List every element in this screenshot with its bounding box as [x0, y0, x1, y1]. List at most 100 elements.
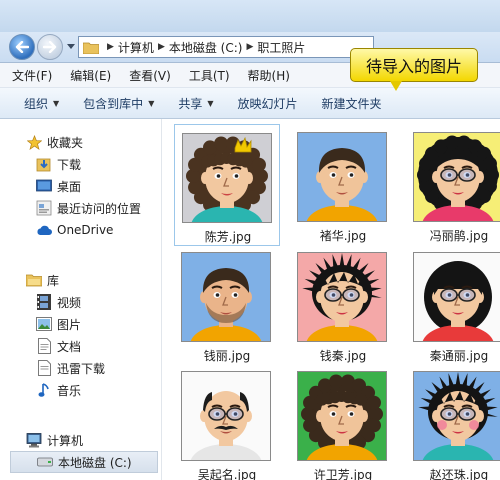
sidebar-item-label: 迅雷下载 [57, 361, 106, 376]
sidebar-item-label: OneDrive [57, 223, 114, 237]
file-item[interactable]: 吴起名.jpg [174, 363, 280, 480]
file-name-label: 秦通丽.jpg [429, 349, 489, 363]
avatar-icon [414, 372, 500, 460]
photo-thumbnail [182, 133, 272, 223]
organize-button[interactable]: 组织 ▼ [0, 95, 71, 112]
file-name-label: 许卫芳.jpg [313, 468, 373, 480]
arrow-right-icon [43, 41, 57, 53]
breadcrumb-separator-icon: ▶ [107, 42, 114, 52]
music-note-icon [36, 382, 52, 398]
sidebar-item-label: 音乐 [57, 383, 82, 398]
photo-thumbnail [181, 371, 271, 461]
picture-icon [36, 316, 52, 332]
include-in-library-label: 包含到库中 [83, 96, 144, 111]
avatar-icon [298, 372, 386, 460]
recent-pages-dropdown[interactable] [66, 40, 76, 54]
file-name-label: 冯丽鹃.jpg [429, 229, 489, 243]
menu-file[interactable]: 文件(F) [0, 67, 61, 84]
organize-label: 组织 [24, 96, 49, 111]
sidebar-item-label: 计算机 [47, 433, 84, 448]
avatar-icon [414, 253, 500, 341]
breadcrumb-computer[interactable]: 计算机 [118, 39, 154, 56]
file-item[interactable]: 钱秦.jpg [290, 244, 396, 366]
back-button[interactable] [9, 34, 35, 60]
avatar-icon [182, 372, 270, 460]
avatar-icon [414, 133, 500, 221]
avatar-icon [183, 134, 271, 222]
arrow-left-icon [15, 41, 29, 53]
file-item[interactable]: 许卫芳.jpg [290, 363, 396, 480]
photo-thumbnail [413, 371, 500, 461]
photo-thumbnail [181, 252, 271, 342]
file-name-label: 褚华.jpg [319, 229, 367, 243]
callout-tooltip: 待导入的图片 [350, 48, 478, 91]
avatar-icon [182, 253, 270, 341]
computer-icon [26, 432, 42, 448]
sidebar-item-computer[interactable]: 计算机 [26, 429, 184, 451]
menu-edit[interactable]: 编辑(E) [61, 67, 120, 84]
document-icon [36, 360, 52, 376]
file-name-label: 钱丽.jpg [203, 349, 251, 363]
file-item[interactable]: 赵还珠.jpg [406, 363, 500, 480]
sidebar-item-label: 下载 [57, 157, 82, 172]
photo-thumbnail [297, 371, 387, 461]
sidebar-item-label: 桌面 [57, 179, 82, 194]
file-item[interactable]: 秦通丽.jpg [406, 244, 500, 366]
menu-view[interactable]: 查看(V) [120, 67, 180, 84]
avatar-icon [298, 133, 386, 221]
desktop-icon [36, 178, 52, 194]
recent-places-icon [36, 200, 52, 216]
breadcrumb-separator-icon: ▶ [246, 42, 254, 52]
sidebar-item-libraries[interactable]: 库 [26, 269, 184, 291]
sidebar-item-label: 文档 [57, 339, 82, 354]
file-item[interactable]: 冯丽鹃.jpg [406, 124, 500, 246]
callout-text: 待导入的图片 [350, 48, 478, 82]
sidebar-item-label: 视频 [57, 295, 82, 310]
star-icon [26, 134, 42, 150]
forward-button[interactable] [37, 34, 63, 60]
file-item[interactable]: 褚华.jpg [290, 124, 396, 246]
callout-pointer [390, 81, 402, 91]
include-in-library-button[interactable]: 包含到库中 ▼ [71, 95, 166, 112]
sidebar-item-label: 收藏夹 [47, 135, 84, 150]
new-folder-button[interactable]: 新建文件夹 [310, 95, 394, 112]
file-item[interactable]: 陈芳.jpg [174, 124, 280, 246]
share-label: 共享 [178, 96, 203, 111]
photo-thumbnail [413, 252, 500, 342]
film-icon [36, 294, 52, 310]
breadcrumb-separator-icon: ▶ [157, 42, 165, 52]
sidebar-item-label: 图片 [57, 317, 82, 332]
sidebar-item-favorites[interactable]: 收藏夹 [26, 131, 184, 153]
file-name-label: 赵还珠.jpg [429, 468, 489, 480]
file-item[interactable]: 钱丽.jpg [174, 244, 280, 366]
document-icon [36, 338, 52, 354]
photo-thumbnail [297, 252, 387, 342]
menu-help[interactable]: 帮助(H) [239, 67, 299, 84]
cloud-icon [36, 222, 52, 238]
file-name-label: 吴起名.jpg [197, 468, 257, 480]
chevron-down-icon: ▼ [53, 98, 60, 108]
breadcrumb-staff-photos[interactable]: 职工照片 [257, 39, 305, 56]
sidebar-item-label: 最近访问的位置 [57, 201, 142, 216]
menu-tools[interactable]: 工具(T) [180, 67, 239, 84]
photo-thumbnail [413, 132, 500, 222]
window-title-bar [0, 0, 500, 32]
chevron-down-icon: ▼ [148, 98, 155, 108]
file-view: 陈芳.jpg 褚华.jpg 冯丽鹃.jpg 钱丽.jpg 钱秦.jpg 秦通丽.jpg 吴起… [162, 119, 500, 480]
sidebar-item-label: 本地磁盘 (C:) [58, 455, 132, 470]
chevron-down-icon: ▼ [207, 98, 214, 108]
address-bar[interactable]: ▶ 计算机 ▶ 本地磁盘 (C:) ▶ 职工照片 [78, 36, 374, 58]
avatar-icon [298, 253, 386, 341]
sidebar-item-label: 库 [47, 273, 60, 288]
chevron-down-icon [67, 44, 75, 49]
hard-drive-icon [37, 454, 53, 470]
folder-icon [83, 42, 99, 54]
sidebar-item-local-disk[interactable]: 本地磁盘 (C:) [10, 451, 158, 473]
file-name-label: 钱秦.jpg [319, 349, 367, 363]
slideshow-button[interactable]: 放映幻灯片 [226, 95, 310, 112]
breadcrumb-local-disk[interactable]: 本地磁盘 (C:) [169, 39, 243, 56]
downloads-folder-icon [36, 156, 52, 172]
share-button[interactable]: 共享 ▼ [166, 95, 225, 112]
navigation-pane: 收藏夹 下载 桌面 最近访问的位置 OneDrive 库 视频 图片 文档 迅雷… [0, 119, 162, 480]
file-name-label: 陈芳.jpg [204, 230, 252, 244]
